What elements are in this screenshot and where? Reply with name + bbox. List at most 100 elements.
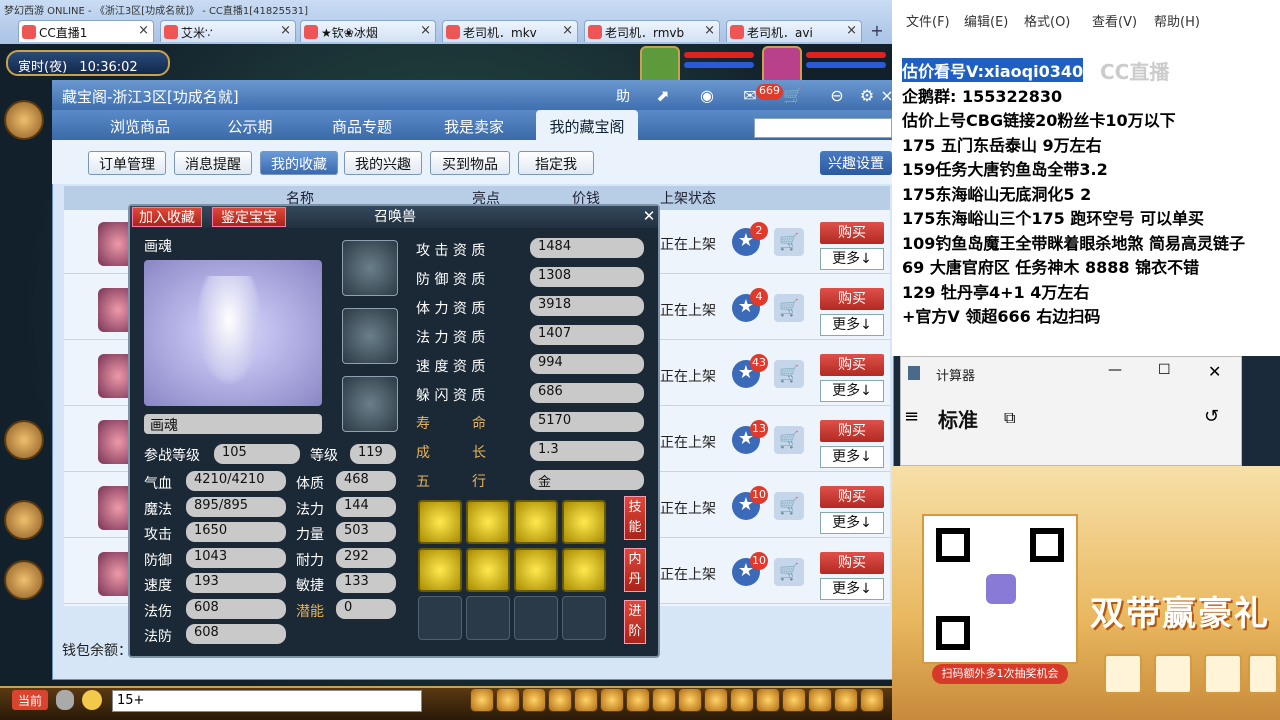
more-button[interactable]: 更多↓ (820, 578, 884, 600)
map-icon[interactable] (4, 100, 44, 140)
toolbar-action-icon[interactable] (704, 688, 728, 712)
buy-button[interactable]: 购买 (820, 222, 884, 244)
tab-3[interactable]: 我是卖家 (424, 110, 524, 140)
toolbar-action-icon[interactable] (678, 688, 702, 712)
toolbar-action-icon[interactable] (808, 688, 832, 712)
toolbar-action-icon[interactable] (756, 688, 780, 712)
search-input[interactable] (754, 118, 892, 138)
gift-icon[interactable] (4, 500, 44, 540)
tab-4[interactable]: 我的藏宝阁 (536, 110, 638, 140)
menu-item[interactable]: 文件(F) (906, 11, 950, 30)
emote-icon[interactable] (4, 560, 44, 600)
toolbar-action-icon[interactable] (652, 688, 676, 712)
shield-skill-icon[interactable] (418, 500, 462, 544)
tab-1[interactable]: 公示期 (200, 110, 300, 140)
close-icon[interactable]: ✕ (640, 207, 658, 225)
more-button[interactable]: 更多↓ (820, 380, 884, 402)
toolbar-action-icon[interactable] (600, 688, 624, 712)
microphone-icon[interactable] (56, 690, 74, 710)
menu-item[interactable]: 编辑(E) (964, 11, 1008, 30)
buy-button[interactable]: 购买 (820, 288, 884, 310)
more-button[interactable]: 更多↓ (820, 446, 884, 468)
tab-2[interactable]: 商品专题 (312, 110, 412, 140)
buy-button[interactable]: 购买 (820, 486, 884, 508)
add-to-cart-icon[interactable]: 🛒 (774, 558, 804, 586)
new-tab-button[interactable]: + (866, 21, 888, 41)
pet-tab-button-1[interactable]: 内丹 (624, 548, 646, 592)
toolbar-action-icon[interactable] (496, 688, 520, 712)
help-button[interactable]: 助 (610, 86, 636, 106)
more-button[interactable]: 更多↓ (820, 512, 884, 534)
close-tab-icon[interactable]: × (704, 23, 715, 38)
sword-skill-icon[interactable] (418, 548, 462, 592)
beast-skill-icon[interactable] (514, 500, 558, 544)
close-icon[interactable]: ✕ (1208, 362, 1221, 381)
smiley-icon[interactable] (82, 690, 102, 710)
toolbar-action-icon[interactable] (782, 688, 806, 712)
buy-button[interactable]: 购买 (820, 354, 884, 376)
equipment-slot-armor-icon[interactable] (342, 376, 398, 432)
empty-skill-slot-icon[interactable] (466, 596, 510, 640)
keep-on-top-icon[interactable]: ⧉ (1004, 408, 1015, 428)
empty-skill-slot-icon[interactable] (514, 596, 558, 640)
chat-input[interactable]: 15+ (112, 690, 422, 712)
pet-tab-button-0[interactable]: 技能 (624, 496, 646, 540)
subnav-button-4[interactable]: 买到物品 (430, 151, 510, 175)
add-to-cart-icon[interactable]: 🛒 (774, 228, 804, 256)
close-tab-icon[interactable]: × (562, 23, 573, 38)
more-button[interactable]: 更多↓ (820, 314, 884, 336)
appraise-button[interactable]: 鉴定宝宝 (212, 207, 286, 227)
toolbar-action-icon[interactable] (548, 688, 572, 712)
tab-1[interactable]: 艾米∵ × (160, 20, 296, 42)
close-tab-icon[interactable]: × (280, 23, 291, 38)
equipment-slot-helmet-icon[interactable] (342, 240, 398, 296)
bow-skill-icon[interactable] (466, 500, 510, 544)
pet-tab-button-2[interactable]: 进阶 (624, 600, 646, 644)
minimize-icon[interactable]: ⊖ (826, 86, 848, 106)
tab-2[interactable]: ★钦❀冰烟 × (300, 20, 436, 42)
toolbar-action-icon[interactable] (834, 688, 858, 712)
toolbar-action-icon[interactable] (860, 688, 884, 712)
stop-icon[interactable]: ◉ (696, 86, 718, 106)
monk-skill-icon[interactable] (466, 548, 510, 592)
empty-skill-slot-icon[interactable] (418, 596, 462, 640)
history-icon[interactable]: ↺ (1204, 406, 1219, 427)
tab-3[interactable]: 老司机．mkv × (442, 20, 578, 42)
menu-item[interactable]: 查看(V) (1092, 11, 1137, 30)
maximize-icon[interactable]: ☐ (1158, 362, 1171, 378)
interest-settings-button[interactable]: 兴趣设置 (820, 151, 892, 175)
subnav-button-5[interactable]: 指定我 (518, 151, 594, 175)
cart-icon[interactable]: 🛒 (782, 86, 804, 106)
menu-item[interactable]: 帮助(H) (1154, 11, 1200, 30)
subnav-button-1[interactable]: 消息提醒 (174, 151, 252, 175)
equipment-slot-collar-icon[interactable] (342, 308, 398, 364)
tab-0[interactable]: 浏览商品 (90, 110, 190, 140)
close-tab-icon[interactable]: × (420, 23, 431, 38)
subnav-button-3[interactable]: 我的兴趣 (344, 151, 422, 175)
add-favorite-button[interactable]: 加入收藏 (132, 207, 202, 227)
close-tab-icon[interactable]: × (846, 23, 857, 38)
more-button[interactable]: 更多↓ (820, 248, 884, 270)
hamburger-icon[interactable]: ≡ (904, 406, 919, 427)
add-to-cart-icon[interactable]: 🛒 (774, 426, 804, 454)
toolbar-action-icon[interactable] (626, 688, 650, 712)
add-to-cart-icon[interactable]: 🛒 (774, 492, 804, 520)
toolbar-action-icon[interactable] (730, 688, 754, 712)
add-to-cart-icon[interactable]: 🛒 (774, 294, 804, 322)
minimize-icon[interactable]: — (1108, 362, 1122, 378)
close-tab-icon[interactable]: × (138, 23, 149, 38)
team-icon[interactable] (4, 420, 44, 460)
add-to-cart-icon[interactable]: 🛒 (774, 360, 804, 388)
scroll-skill-icon[interactable] (514, 548, 558, 592)
buy-button[interactable]: 购买 (820, 552, 884, 574)
tab-5[interactable]: 老司机．avi × (726, 20, 862, 42)
eye-skill-icon[interactable] (562, 500, 606, 544)
tab-4[interactable]: 老司机．rmvb × (584, 20, 720, 42)
toolbar-action-icon[interactable] (470, 688, 494, 712)
slash-skill-icon[interactable] (562, 548, 606, 592)
toolbar-action-icon[interactable] (574, 688, 598, 712)
share-icon[interactable]: ⬈ (652, 86, 674, 106)
subnav-button-2[interactable]: 我的收藏 (260, 151, 338, 175)
subnav-button-0[interactable]: 订单管理 (88, 151, 166, 175)
toolbar-action-icon[interactable] (522, 688, 546, 712)
